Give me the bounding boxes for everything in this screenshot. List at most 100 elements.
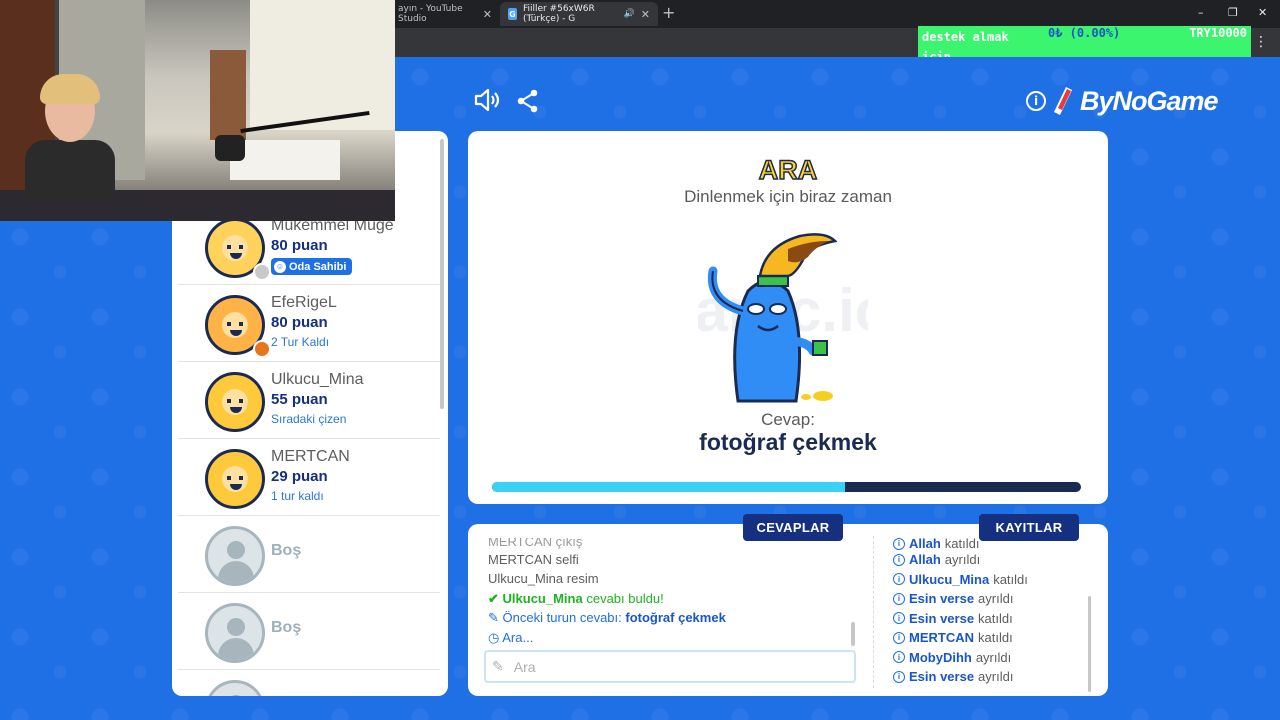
paintbrush-mascot-icon: Gartic.io xyxy=(698,233,868,403)
chat-user: Ulkucu_Mina xyxy=(488,571,564,587)
log-user: Ulkucu_Mina xyxy=(909,571,990,587)
browser-tab-game[interactable]: G Fiiller #56xW6R (Türkçe) - G 🔊 ✕ xyxy=(500,2,658,26)
empty-slot-label: Boş xyxy=(271,542,302,559)
chat-panel: MERTCAN çıkış MERTCAN selfi Ulkucu_Mina … xyxy=(468,524,1108,696)
chat-user: MERTCAN xyxy=(488,552,553,567)
info-icon: i xyxy=(893,538,905,550)
log-action: katıldı xyxy=(993,571,1028,587)
info-icon: i xyxy=(893,573,905,586)
answers-chat: MERTCAN çıkış MERTCAN selfi Ulkucu_Mina … xyxy=(488,538,858,647)
favicon-icon: G xyxy=(508,8,517,20)
tab-title: Fiiller #56xW6R (Türkçe) - G xyxy=(522,4,595,24)
log-line: i MobyDihh ayrıldı xyxy=(893,648,1083,668)
log-line: i Esin verse ayrıldı xyxy=(893,667,1083,687)
webcam-overlay xyxy=(0,0,395,221)
share-icon[interactable] xyxy=(516,89,540,117)
player-score: 80 puan xyxy=(271,237,328,254)
player-row[interactable]: Ulkucu_Mina 55 puan Sıradaki çizen xyxy=(178,362,440,439)
chat-line-prev-answer: ✎ Önceki turun cevabı: fotoğraf çekmek xyxy=(488,608,858,627)
new-tab-button[interactable]: + xyxy=(662,5,675,21)
game-card: ARA Dinlenmek için biraz zaman Gartic.io… xyxy=(468,131,1108,504)
bynogame-logo[interactable]: i ByNoGame xyxy=(1026,83,1219,119)
log-action: ayrıldı xyxy=(975,649,1012,665)
answer-label: Cevap: xyxy=(761,410,815,429)
status-dot xyxy=(253,263,271,281)
ticker-change: 0₺ (0.00%) xyxy=(1048,26,1121,40)
checkmark-icon: ✔ xyxy=(488,590,499,606)
tab-answers[interactable]: CEVAPLAR xyxy=(743,514,843,541)
log-action: ayrıldı xyxy=(978,669,1014,685)
sound-icon[interactable] xyxy=(473,88,501,116)
round-progress-bar xyxy=(492,482,1081,492)
empty-slot-label: Boş xyxy=(271,619,302,636)
chat-text: selfi xyxy=(555,552,579,567)
tab-title: ayın - YouTube Studio xyxy=(398,4,463,24)
clock-icon: ◷ xyxy=(488,629,500,645)
log-user: MERTCAN xyxy=(909,630,974,646)
empty-slot: Boş xyxy=(178,593,440,670)
status-dot xyxy=(253,340,271,358)
ticker-goal: TRY10000 xyxy=(1189,26,1247,40)
chat-line-status: ◷ Ara... xyxy=(488,628,858,647)
chat-text: resim xyxy=(566,571,599,587)
player-note: Sıradaki çizen xyxy=(271,412,347,426)
player-name: MERTCAN xyxy=(271,448,350,465)
chat-word: fotoğraf çekmek xyxy=(625,610,726,626)
chat-line: Ulkucu_Mina resim xyxy=(488,569,858,588)
logo-text: ByNoGame xyxy=(1080,85,1219,116)
panel-divider xyxy=(873,536,874,688)
info-icon: i xyxy=(893,553,905,566)
empty-slot xyxy=(178,670,440,696)
break-title: ARA xyxy=(758,154,818,186)
browser-tab-youtube-studio[interactable]: ayın - YouTube Studio ✕ xyxy=(390,2,500,26)
log-line: i Allah ayrıldı xyxy=(893,550,1083,570)
log-user: Esin verse xyxy=(909,591,975,607)
info-icon: i xyxy=(893,612,905,625)
owner-label: Oda Sahibi xyxy=(289,260,347,273)
progress-fill xyxy=(492,482,846,492)
chat-line: MERTCAN selfi xyxy=(488,550,858,569)
log-action: katıldı xyxy=(978,610,1013,626)
chat-user: Ulkucu_Mina xyxy=(502,590,583,606)
chat-text: cevabı buldu! xyxy=(586,590,664,606)
player-row[interactable]: MERTCAN 29 puan 1 tur kaldı xyxy=(178,439,440,516)
info-icon[interactable]: i xyxy=(1026,91,1046,111)
close-window-button[interactable]: ✕ xyxy=(1258,6,1267,19)
log-user: Allah xyxy=(909,552,941,568)
log-line: i Ulkucu_Mina katıldı xyxy=(893,570,1083,590)
log-user: Esin verse xyxy=(909,669,975,685)
player-name: Ulkucu_Mina xyxy=(271,371,364,388)
players-scrollbar[interactable] xyxy=(440,139,444,409)
player-note: 1 tur kaldı xyxy=(271,489,324,503)
empty-avatar-icon xyxy=(205,526,265,586)
room-owner-badge: ☺ Oda Sahibi xyxy=(271,258,353,275)
tab-logs[interactable]: KAYITLAR xyxy=(979,514,1079,541)
player-note: 2 Tur Kaldı xyxy=(271,335,330,349)
log-user: Esin verse xyxy=(909,610,975,626)
crown-icon: ☺ xyxy=(274,260,286,273)
log-line: i Esin verse katıldı xyxy=(893,609,1083,629)
player-row[interactable]: EfeRigeL 80 puan 2 Tur Kaldı xyxy=(178,285,440,362)
info-icon: i xyxy=(893,670,905,683)
minimize-button[interactable]: – xyxy=(1198,6,1204,19)
close-icon[interactable]: ✕ xyxy=(483,8,492,21)
empty-slot: Boş xyxy=(178,516,440,593)
browser-menu-icon[interactable]: ⋮ xyxy=(1254,35,1268,49)
donation-ticker: destek almak için 0₺ (0.00%) TRY10000 xyxy=(918,26,1251,64)
info-icon: i xyxy=(893,592,905,605)
log-user: MobyDihh xyxy=(909,649,972,665)
chat-scrollbar[interactable] xyxy=(851,622,855,646)
log-action: ayrıldı xyxy=(978,591,1014,607)
close-icon[interactable]: ✕ xyxy=(641,8,650,21)
answer-input[interactable]: ✎ Ara xyxy=(484,650,856,683)
logs-scrollbar[interactable] xyxy=(1088,596,1091,692)
answer-input-placeholder: Ara xyxy=(513,658,536,675)
log-line: i MERTCAN katıldı xyxy=(893,628,1083,648)
chat-status: Ara... xyxy=(502,629,534,645)
break-subtitle: Dinlenmek için biraz zaman xyxy=(684,187,892,206)
speaker-icon[interactable]: 🔊 xyxy=(624,9,635,19)
avatar xyxy=(205,449,265,509)
restore-button[interactable]: ❐ xyxy=(1228,6,1238,19)
avatar xyxy=(205,372,265,432)
log-user: Allah xyxy=(909,538,941,550)
